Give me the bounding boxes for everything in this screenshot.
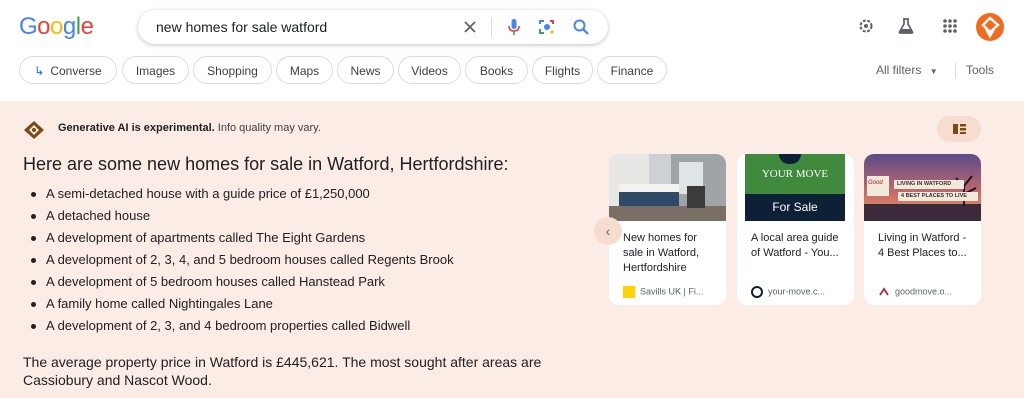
list-item: A development of 2, 3, and 4 bedroom pro… xyxy=(28,315,454,337)
list-item: A development of 2, 3, 4, and 5 bedroom … xyxy=(28,249,454,271)
card-title: A local area guide of Watford - You... xyxy=(751,232,839,259)
ai-disclaimer: Generative AI is experimental. Info qual… xyxy=(58,122,321,134)
card-title: Living in Watford - 4 Best Places to... xyxy=(878,232,967,259)
dropdown-arrow-icon: ▼ xyxy=(929,67,938,76)
settings-icon[interactable] xyxy=(856,16,876,41)
close-icon[interactable] xyxy=(460,17,480,37)
goodmove-favicon xyxy=(878,286,890,298)
ai-summary: The average property price in Watford is… xyxy=(23,354,542,388)
search-box[interactable]: new homes for sale watford xyxy=(138,10,608,44)
divider xyxy=(491,17,492,37)
chip-shopping[interactable]: Shopping xyxy=(193,56,272,84)
source-card-goodmove[interactable]: Good LIVING IN WATFORD 4 BEST PLACES TO … xyxy=(864,154,981,305)
ai-bullet-list: A semi-detached house with a guide price… xyxy=(28,183,454,337)
chip-news[interactable]: News xyxy=(337,56,394,84)
savills-favicon xyxy=(623,286,635,298)
chip-flights[interactable]: Flights xyxy=(532,56,593,84)
apps-icon[interactable] xyxy=(940,16,960,41)
source-card-savills[interactable]: New homes for sale in Watford, Hertfords… xyxy=(609,154,726,305)
labs-icon[interactable] xyxy=(896,16,916,41)
list-item: A family home called Nightingales Lane xyxy=(28,293,454,315)
divider xyxy=(955,63,956,79)
converse-arrow-icon: ↳ xyxy=(34,64,45,78)
google-logo[interactable]: Google xyxy=(19,13,94,41)
card-image xyxy=(609,154,726,221)
search-icon[interactable] xyxy=(571,17,591,37)
list-item: A detached house xyxy=(28,205,454,227)
search-input[interactable]: new homes for sale watford xyxy=(156,19,327,35)
generative-ai-icon xyxy=(23,120,45,145)
chip-videos[interactable]: Videos xyxy=(398,56,461,84)
chip-converse[interactable]: ↳ Converse xyxy=(19,56,117,84)
avatar[interactable] xyxy=(975,12,1005,47)
carousel-prev-button[interactable]: ‹ xyxy=(594,217,622,245)
all-filters-button[interactable]: All filters ▼ xyxy=(876,63,938,77)
search-filter-chips: ↳ Converse Images Shopping Maps News Vide… xyxy=(0,56,1024,86)
source-card-your-move[interactable]: YOUR MOVE For Sale A local area guide of… xyxy=(737,154,854,305)
list-item: A semi-detached house with a guide price… xyxy=(28,183,454,205)
mic-icon[interactable] xyxy=(504,17,524,37)
card-source: Savills UK | Fi... xyxy=(623,286,703,298)
tools-button[interactable]: Tools xyxy=(966,63,994,77)
card-source: your-move.c... xyxy=(751,286,825,298)
chip-finance[interactable]: Finance xyxy=(597,56,667,84)
layout-toggle-button[interactable] xyxy=(937,116,981,142)
card-source: goodmove.o... xyxy=(878,286,952,298)
chip-books[interactable]: Books xyxy=(465,56,528,84)
lens-icon[interactable] xyxy=(537,17,557,37)
chip-maps[interactable]: Maps xyxy=(276,56,333,84)
layout-icon xyxy=(953,124,966,134)
header: Google new homes for sale watford xyxy=(0,0,1024,52)
card-image: Good LIVING IN WATFORD 4 BEST PLACES TO … xyxy=(864,154,981,221)
list-item: A development of 5 bedroom houses called… xyxy=(28,271,454,293)
chip-images[interactable]: Images xyxy=(122,56,189,84)
card-title: New homes for sale in Watford, Hertfords… xyxy=(623,232,700,274)
chevron-left-icon: ‹ xyxy=(605,223,611,239)
card-image: YOUR MOVE For Sale xyxy=(737,154,854,221)
your-move-favicon xyxy=(751,286,763,298)
ai-heading: Here are some new homes for sale in Watf… xyxy=(23,154,509,174)
list-item: A development of apartments called The E… xyxy=(28,227,454,249)
